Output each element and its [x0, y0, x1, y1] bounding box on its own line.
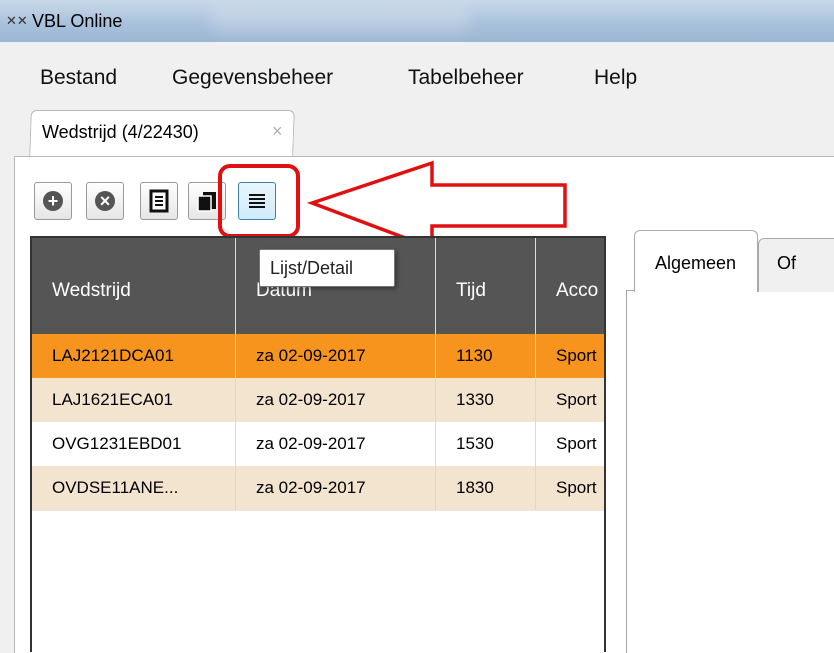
- menu-bar: Bestand Gegevensbeheer Tabelbeheer Help: [0, 42, 834, 96]
- cell-wedstrijd: LAJ2121DCA01: [32, 334, 236, 378]
- tooltip: Lijst/Detail: [259, 249, 395, 287]
- cell-datum: za 02-09-2017: [236, 334, 436, 378]
- menu-tabelbeheer[interactable]: Tabelbeheer: [408, 66, 524, 90]
- remove-button[interactable]: ×: [86, 182, 124, 220]
- menu-gegevensbeheer[interactable]: Gegevensbeheer: [172, 66, 333, 90]
- cell-datum: za 02-09-2017: [236, 422, 436, 466]
- detail-panel: [626, 290, 834, 653]
- cell-tijd: 1830: [436, 466, 536, 510]
- cell-acco: Sport: [556, 390, 597, 409]
- title-bar: ✕✕ VBL Online: [0, 0, 834, 42]
- tab-of[interactable]: Of: [758, 238, 834, 292]
- annotation-highlight-box: [218, 164, 300, 238]
- column-header-acco[interactable]: Acco: [536, 238, 604, 334]
- cell-acco: Sport: [556, 434, 597, 453]
- app-icon: ✕✕: [6, 13, 28, 28]
- cell-acco: Sport: [556, 478, 597, 497]
- table-row[interactable]: LAJ2121DCA01 za 02-09-2017 1130 Sport: [32, 334, 604, 379]
- table-row[interactable]: OVG1231EBD01 za 02-09-2017 1530 Sport: [32, 422, 604, 467]
- add-button[interactable]: +: [34, 182, 72, 220]
- match-table: Wedstrijd Datum Tijd Acco LAJ2121DCA01 z…: [30, 236, 606, 652]
- cell-tijd: 1330: [436, 378, 536, 422]
- cell-wedstrijd: OVG1231EBD01: [32, 422, 236, 466]
- column-header-wedstrijd[interactable]: Wedstrijd: [32, 238, 236, 334]
- window-title: VBL Online: [32, 11, 123, 31]
- menu-bestand[interactable]: Bestand: [40, 66, 117, 90]
- column-header-tijd[interactable]: Tijd: [436, 238, 536, 334]
- cell-acco: Sport: [556, 346, 597, 365]
- remove-icon: ×: [95, 191, 115, 211]
- copy-icon: [197, 192, 216, 212]
- tab-algemeen[interactable]: Algemeen: [634, 230, 758, 292]
- add-icon: +: [43, 191, 63, 211]
- table-row[interactable]: OVDSE11ANE... za 02-09-2017 1830 Sport: [32, 466, 604, 511]
- tab-wedstrijd-label: Wedstrijd (4/22430): [42, 122, 199, 142]
- document-icon: [149, 189, 169, 213]
- tab-close-icon[interactable]: ×: [272, 121, 283, 142]
- document-tab-strip: Wedstrijd (4/22430) ×: [0, 96, 834, 158]
- cell-wedstrijd: LAJ1621ECA01: [32, 378, 236, 422]
- cell-datum: za 02-09-2017: [236, 378, 436, 422]
- cell-wedstrijd: OVDSE11ANE...: [32, 466, 236, 510]
- cell-datum: za 02-09-2017: [236, 466, 436, 510]
- table-row[interactable]: LAJ1621ECA01 za 02-09-2017 1330 Sport: [32, 378, 604, 423]
- cell-tijd: 1130: [436, 334, 536, 378]
- menu-help[interactable]: Help: [594, 66, 637, 90]
- title-bar-blur: [210, 6, 470, 34]
- cell-tijd: 1530: [436, 422, 536, 466]
- document-button[interactable]: [140, 182, 178, 220]
- detail-tab-strip: Of Algemeen: [612, 230, 834, 292]
